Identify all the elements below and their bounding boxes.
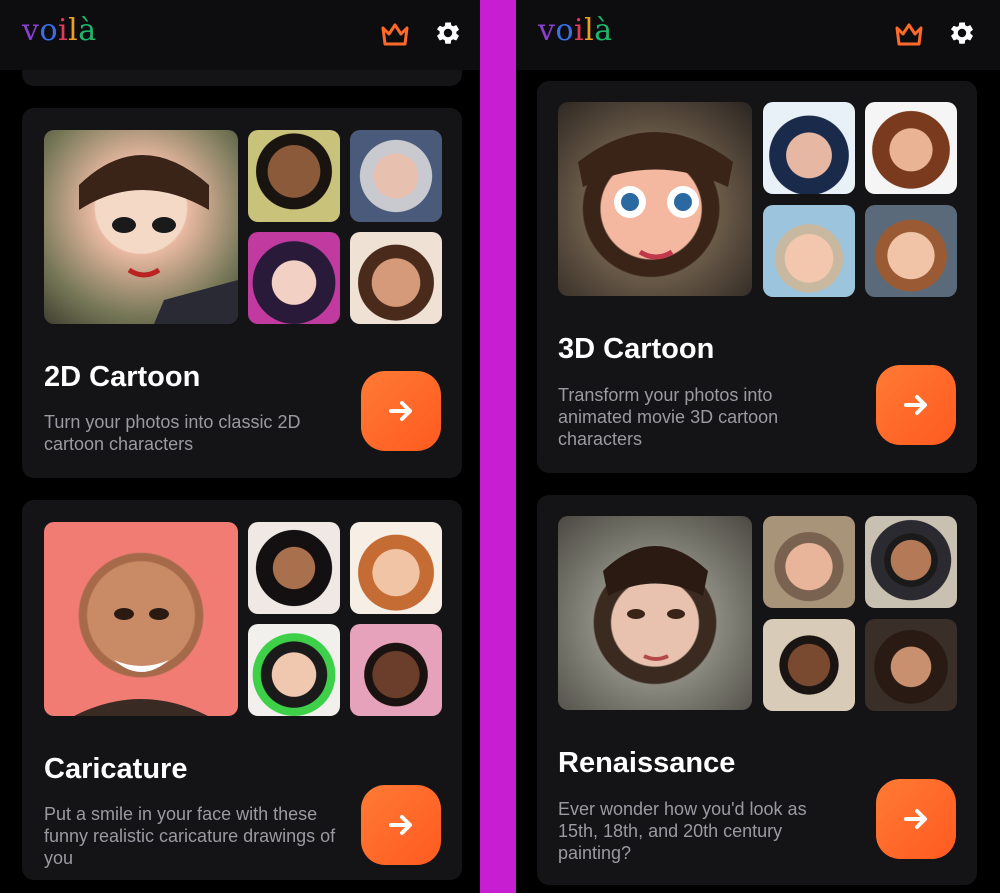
app-logo: voilà [22, 13, 97, 48]
phone-screen-left: voilà 2D Cartoon Turn your photos into c… [0, 0, 480, 893]
arrow-right-icon [389, 401, 412, 421]
app-logo: voilà [538, 13, 613, 48]
arrow-right-icon [904, 395, 927, 415]
sample-thumbnail-2 [865, 102, 957, 194]
hero-portrait-image [44, 522, 238, 716]
card-description: Put a smile in your face with these funn… [44, 804, 336, 868]
sample-thumbnail-1 [248, 130, 340, 222]
arrow-right-icon [389, 815, 412, 835]
phone-screen-right: voilà 3D Cartoon Transform your photos i… [516, 0, 1000, 893]
sample-thumbnail-1 [248, 522, 340, 614]
style-card-renaissance[interactable]: Renaissance Ever wonder how you'd look a… [537, 495, 977, 885]
sample-thumbnail-3 [763, 619, 855, 711]
style-card-3d-cartoon[interactable]: 3D Cartoon Transform your photos into an… [537, 81, 977, 473]
crown-icon[interactable] [894, 20, 924, 48]
card-title: 3D Cartoon [558, 333, 715, 365]
screenshot-divider [480, 0, 516, 893]
sample-thumbnail-3 [248, 232, 340, 324]
app-bar: voilà [0, 0, 480, 70]
sample-thumbnail-4 [350, 232, 442, 324]
sample-thumbnail-1 [763, 102, 855, 194]
card-title: 2D Cartoon [44, 361, 201, 393]
hero-portrait-image [558, 516, 752, 710]
sample-thumbnail-4 [350, 624, 442, 716]
open-style-button[interactable] [876, 365, 956, 445]
app-bar: voilà [516, 0, 1000, 70]
gear-icon[interactable] [434, 19, 462, 47]
card-description: Turn your photos into classic 2D cartoon… [44, 412, 301, 454]
style-card-caricature[interactable]: Caricature Put a smile in your face with… [22, 500, 462, 880]
arrow-right-icon [904, 809, 927, 829]
hero-portrait-image [44, 130, 238, 324]
sample-thumbnail-4 [865, 205, 957, 297]
style-card-2d-cartoon[interactable]: 2D Cartoon Turn your photos into classic… [22, 108, 462, 478]
card-description: Ever wonder how you'd look as 15th, 18th… [558, 799, 807, 863]
sample-thumbnail-4 [865, 619, 957, 711]
card-title: Caricature [44, 753, 188, 785]
sample-thumbnail-2 [350, 130, 442, 222]
sample-thumbnail-3 [763, 205, 855, 297]
gear-icon[interactable] [948, 19, 976, 47]
card-title: Renaissance [558, 747, 736, 779]
sample-thumbnail-2 [350, 522, 442, 614]
open-style-button[interactable] [876, 779, 956, 859]
sample-thumbnail-1 [763, 516, 855, 608]
sample-thumbnail-3 [248, 624, 340, 716]
open-style-button[interactable] [361, 785, 441, 865]
sample-thumbnail-2 [865, 516, 957, 608]
hero-portrait-image [558, 102, 752, 296]
crown-icon[interactable] [380, 20, 410, 48]
card-description: Transform your photos into animated movi… [558, 385, 779, 449]
open-style-button[interactable] [361, 371, 441, 451]
